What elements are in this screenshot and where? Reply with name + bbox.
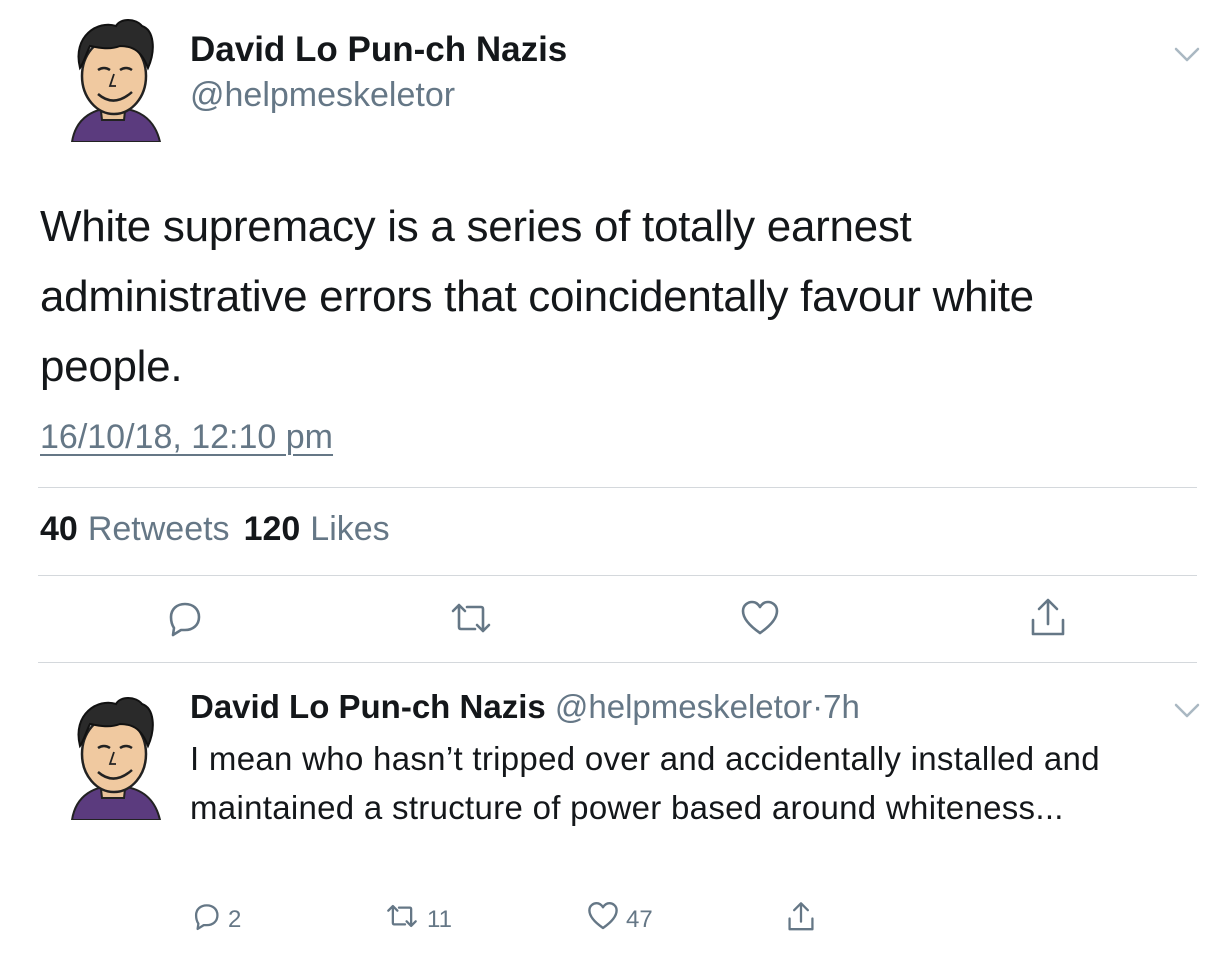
reply-retweet-button[interactable]: 11 [383,900,452,939]
retweets-count[interactable]: 40 [40,510,78,548]
reply-count: 2 [228,905,242,933]
likes-count[interactable]: 120 [244,510,301,548]
author-handle[interactable]: @helpmeskeletor [190,76,455,115]
reply-icon [163,597,205,644]
retweet-button[interactable] [447,596,495,644]
retweet-count: 11 [427,905,452,933]
retweet-icon [383,900,421,939]
share-icon [1027,596,1069,645]
divider [38,575,1197,576]
reply-separator: · [812,688,824,725]
share-button[interactable] [1024,596,1072,644]
tweet-text: White supremacy is a series of totally e… [40,202,1034,391]
reply-age[interactable]: 7h [823,688,860,725]
divider [38,487,1197,488]
reply-like-button[interactable]: 47 [586,900,653,939]
reply-author-name[interactable]: David Lo Pun-ch Nazis [190,688,546,725]
reply-icon [190,900,222,939]
reply-header: David Lo Pun-ch Nazis @helpmeskeletor·7h [190,688,860,726]
retweets-label[interactable]: Retweets [88,510,230,548]
reply-text: I mean who hasn’t tripped over and accid… [190,740,1100,826]
heart-icon [586,900,620,939]
like-count: 47 [626,905,653,933]
author-avatar[interactable] [58,16,170,142]
chevron-down-icon[interactable] [1173,46,1201,64]
tweet-stats: 40 Retweets 120 Likes [40,510,404,549]
tweet-timestamp[interactable]: 16/10/18, 12:10 pm [40,418,333,457]
chevron-down-icon[interactable] [1173,702,1201,720]
reply-button[interactable] [160,596,208,644]
reply-author-handle[interactable]: @helpmeskeletor [555,688,812,725]
likes-label[interactable]: Likes [310,510,389,548]
divider [38,662,1197,663]
reply-share-button[interactable] [785,900,817,941]
author-name[interactable]: David Lo Pun-ch Nazis [190,30,567,70]
reply-reply-button[interactable]: 2 [190,900,241,939]
heart-icon [739,598,781,643]
like-button[interactable] [736,596,784,644]
share-icon [785,900,817,941]
reply-author-avatar[interactable] [58,694,170,820]
retweet-icon [447,597,495,644]
